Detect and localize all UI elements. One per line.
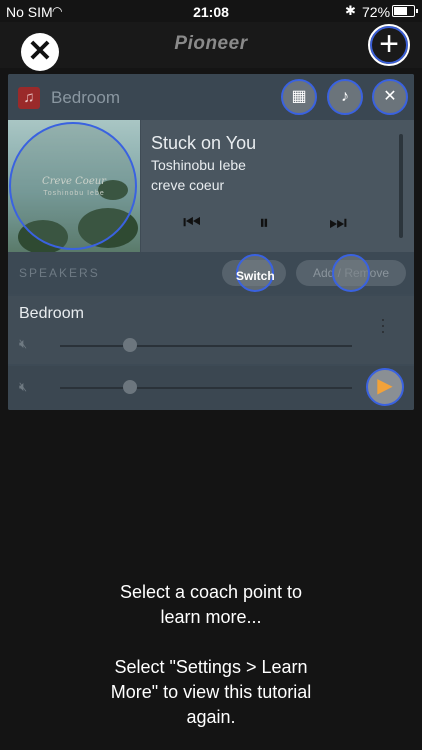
track-album: creve coeur — [151, 177, 225, 193]
close-panel-button[interactable]: ✕ — [372, 79, 408, 115]
bluetooth-icon: ✱ — [345, 3, 356, 18]
list-item[interactable]: Bedroom · · · 🔇︎ — [8, 296, 414, 364]
coach-hint-line: learn more... — [160, 607, 262, 627]
battery-percent: 72% — [362, 4, 391, 20]
music-source-button[interactable]: ♪ — [327, 79, 363, 115]
room-name: Bedroom — [51, 88, 120, 107]
status-bar: No SIM ◠ 21:08 ✱ 72% — [0, 0, 422, 22]
music-note-icon: ♫ — [18, 87, 40, 109]
speaker-volume-slider[interactable] — [60, 345, 352, 347]
master-mute-icon[interactable]: 🔇︎ — [19, 379, 27, 395]
track-title: Stuck on You — [151, 133, 257, 153]
album-art[interactable]: Creve Coeur Toshinobu Iebe — [8, 120, 140, 252]
speaker-settings-button[interactable]: ▦ — [281, 79, 317, 115]
player-panel: ♫ Bedroom ▦ ♪ ✕ Creve Coeur Toshinobu Ie… — [8, 74, 414, 410]
track-artist: Toshinobu Iebe — [151, 157, 246, 173]
track-info: Stuck on You Toshinobu Iebe creve coeur … — [141, 120, 414, 252]
more-options-icon[interactable]: · · · — [380, 310, 386, 340]
master-volume-thumb[interactable] — [123, 380, 138, 394]
now-playing: Creve Coeur Toshinobu Iebe Stuck on You … — [8, 120, 414, 252]
coach-hint-line: Select "Settings > Learn — [114, 657, 308, 677]
top-bar: Pioneer — [0, 22, 422, 68]
speaker-volume-thumb[interactable] — [123, 338, 138, 352]
mute-icon[interactable]: 🔇︎ — [19, 336, 27, 352]
play-to-button[interactable]: ▶ — [366, 368, 404, 406]
speakers-label: SPEAKERS — [19, 266, 100, 280]
album-art-coach-point[interactable] — [9, 122, 137, 250]
clock: 21:08 — [193, 4, 229, 20]
battery-icon — [392, 5, 418, 17]
speaker-name: Bedroom — [19, 305, 84, 322]
coach-hint-line: Select a coach point to — [119, 582, 303, 602]
add-remove-coach-point[interactable] — [332, 254, 370, 292]
coach-hint-line: again. — [186, 707, 236, 727]
next-track-icon[interactable]: ⏭ — [329, 212, 347, 235]
master-volume-slider[interactable] — [60, 387, 352, 389]
add-button[interactable]: + — [368, 24, 410, 66]
brand-logo: Pioneer — [174, 33, 248, 54]
close-coach-button[interactable]: ✕ — [21, 33, 59, 71]
pause-icon[interactable]: ⏸ — [259, 212, 269, 235]
coach-hint-line: More" to view this tutorial — [110, 682, 312, 702]
speakers-header: SPEAKERS Add / Remove Switch — [8, 252, 414, 294]
track-scrollbar — [399, 134, 403, 238]
master-volume-row: 🔇︎ ▶ — [8, 366, 414, 410]
panel-header: ♫ Bedroom ▦ ♪ ✕ — [8, 74, 414, 120]
previous-track-icon[interactable]: ⏮ — [183, 212, 201, 235]
switch-label: Switch — [236, 269, 275, 283]
